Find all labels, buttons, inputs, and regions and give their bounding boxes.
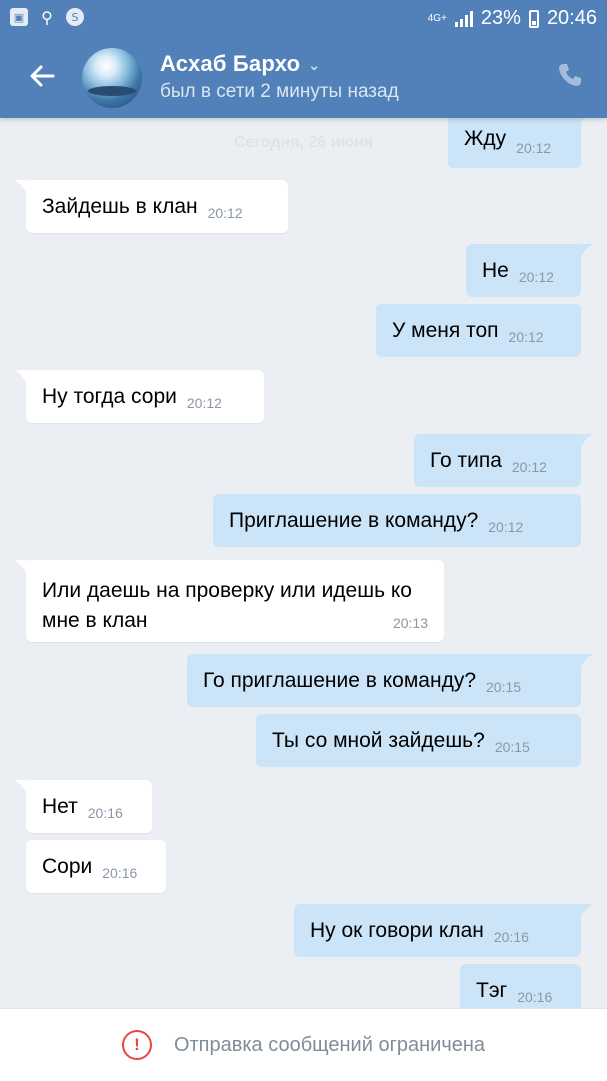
message-time: 20:16 [517, 989, 553, 1005]
incoming-message[interactable]: Зайдешь в клан 20:12 [14, 180, 288, 233]
chat-header: Асхаб Бархо ⌄ был в сети 2 минуты назад [0, 36, 607, 118]
battery-percent: 23% [480, 7, 521, 29]
restriction-text: Отправка сообщений ограничена [173, 1033, 486, 1056]
message-time: 20:12 [516, 140, 552, 156]
status-bar-system: 4G+ 23% 20:46 [428, 7, 597, 30]
bubble-tail [14, 180, 28, 196]
message-text: Или даешь на проверку или идешь ко мне в… [42, 579, 412, 632]
outgoing-message[interactable]: Приглашение в команду? 20:12 [213, 494, 581, 547]
message-time: 20:16 [102, 865, 138, 881]
outgoing-message[interactable]: Ты со мной зайдешь? 20:15 [256, 714, 581, 767]
message-time: 20:16 [493, 929, 529, 945]
incoming-message[interactable]: Сори 20:16 [26, 840, 166, 893]
bubble-tail [579, 118, 584, 126]
message-text: Го типа [430, 448, 502, 472]
back-arrow-icon[interactable] [24, 58, 60, 94]
outgoing-message[interactable]: Го приглашение в команду? 20:15 [187, 654, 593, 707]
battery-icon [528, 9, 539, 28]
bubble-tail [579, 904, 593, 920]
phone-icon[interactable] [555, 60, 585, 90]
message-time: 20:12 [508, 329, 544, 345]
gallery-icon: ▣ [10, 8, 28, 26]
bubble-tail [14, 560, 28, 576]
outgoing-message[interactable]: Тэг 20:16 [460, 964, 581, 1008]
message-time: 20:12 [511, 459, 547, 475]
message-time: 20:15 [494, 739, 530, 755]
message-time: 20:12 [518, 269, 554, 285]
search-icon: ⚲ [41, 7, 53, 27]
message-text: Го приглашение в команду? [203, 668, 476, 692]
message-text: Приглашение в команду? [229, 508, 479, 532]
message-time: 20:13 [392, 615, 428, 631]
message-time: 20:16 [87, 805, 123, 821]
status-bar: ▣ ⚲ S 4G+ 23% 20:46 [0, 0, 607, 36]
message-text: Сори [42, 854, 93, 878]
message-text: Ну ок говори клан [310, 918, 484, 942]
bubble-tail [579, 434, 593, 450]
network-type: 4G+ [427, 12, 447, 24]
message-text: Жду [464, 127, 507, 150]
message-time: 20:12 [207, 205, 243, 221]
incoming-message[interactable]: Или даешь на проверку или идешь ко мне в… [14, 560, 444, 642]
outgoing-message[interactable]: У меня топ 20:12 [376, 304, 581, 357]
contact-title[interactable]: Асхаб Бархо ⌄ [160, 51, 320, 77]
contact-status: был в сети 2 минуты назад [160, 81, 399, 102]
status-bar-notifications: ▣ ⚲ S [10, 7, 84, 27]
outgoing-message[interactable]: Ну ок говори клан 20:16 [294, 904, 593, 957]
clock: 20:46 [546, 7, 597, 29]
message-time: 20:12 [488, 519, 524, 535]
restriction-bar: ! Отправка сообщений ограничена [0, 1008, 607, 1081]
message-text: У меня топ [392, 318, 499, 342]
incoming-message[interactable]: Нет 20:16 [14, 780, 152, 833]
outgoing-message[interactable]: Жду 20:12 [448, 118, 584, 168]
contact-name: Асхаб Бархо [160, 51, 301, 76]
warning-icon: ! [121, 1030, 152, 1060]
bubble-tail [14, 780, 28, 796]
outgoing-message[interactable]: Го типа 20:12 [414, 434, 593, 487]
bubble-tail [14, 370, 28, 386]
avatar[interactable] [82, 48, 142, 108]
message-text: Ты со мной зайдешь? [272, 728, 485, 752]
incoming-message[interactable]: Ну тогда сори 20:12 [14, 370, 264, 423]
message-text: Ну тогда сори [42, 384, 177, 408]
outgoing-message[interactable]: Не 20:12 [466, 244, 593, 297]
message-text: Нет [42, 794, 78, 818]
bubble-tail [579, 654, 593, 670]
shazam-icon: S [66, 8, 84, 26]
message-time: 20:12 [186, 395, 222, 411]
chevron-down-icon: ⌄ [308, 56, 321, 73]
message-time: 20:15 [486, 679, 522, 695]
message-text: Зайдешь в клан [42, 194, 198, 218]
message-text: Тэг [476, 978, 508, 1002]
bubble-tail [579, 244, 593, 260]
signal-icon [454, 10, 473, 27]
message-text: Не [482, 258, 509, 282]
message-list[interactable]: Сегодня, 26 июня Жду 20:12 Зайдешь в клан 2… [0, 118, 607, 1008]
